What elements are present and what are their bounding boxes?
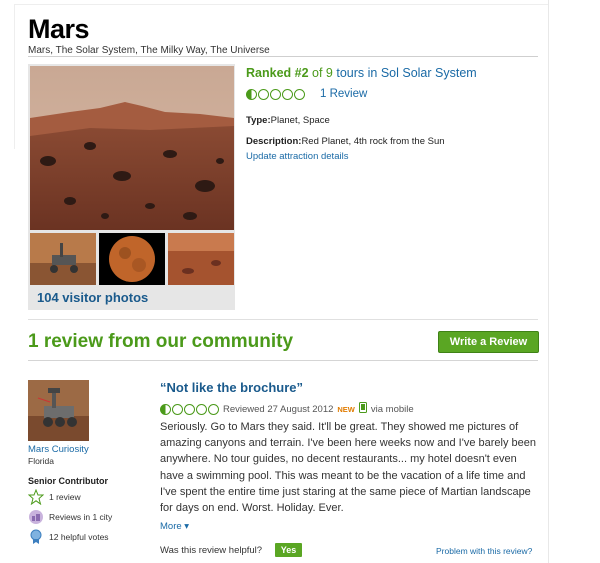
- thumbnail-rover-photo[interactable]: [30, 233, 96, 285]
- thumbnail-terrain-photo[interactable]: [168, 233, 234, 285]
- ranked-of: of 9: [312, 66, 333, 80]
- review-count-link[interactable]: 1 Review: [320, 88, 367, 100]
- ranking-text: Ranked #2 of 9 tours in Sol Solar System: [246, 66, 477, 80]
- attraction-type: Type:Planet, Space: [246, 115, 330, 126]
- reviewer-location: Florida: [28, 456, 54, 466]
- badge-label: Reviews in 1 city: [49, 512, 113, 522]
- attraction-description: Description:Red Planet, 4th rock from th…: [246, 136, 445, 147]
- rating-bubble-icon: [208, 403, 219, 415]
- helpful-prompt: Was this review helpful?: [160, 545, 263, 556]
- write-review-button[interactable]: Write a Review: [438, 331, 539, 353]
- rating-bubble-icon: [294, 89, 305, 100]
- reviewer-name-link[interactable]: Mars Curiosity: [28, 444, 89, 455]
- rating-bubbles: [246, 89, 305, 100]
- description-label: Description:: [246, 136, 302, 147]
- page-title: Mars: [28, 14, 90, 44]
- ranked-label: Ranked #2: [246, 66, 309, 80]
- reviews-section-title: 1 review from our community: [28, 331, 294, 352]
- rating-bubble-icon: [282, 89, 293, 100]
- divider: [28, 360, 538, 361]
- more-link[interactable]: More ▾: [160, 521, 189, 532]
- mobile-icon: [358, 402, 367, 416]
- rating-bubble-icon: [270, 89, 281, 100]
- rating-bubble-icon: [258, 89, 269, 100]
- review-rating-bubbles: [160, 403, 219, 415]
- review-date: Reviewed 27 August 2012: [223, 403, 334, 415]
- frame-border-right: [548, 0, 549, 563]
- divider: [28, 56, 538, 57]
- more-label: More: [160, 521, 182, 532]
- chevron-down-icon: ▾: [184, 521, 190, 532]
- new-badge: NEW: [337, 404, 355, 414]
- description-value: Red Planet, 4th rock from the Sun: [301, 136, 445, 147]
- via-mobile: via mobile: [370, 403, 414, 415]
- helpful-votes-icon: [28, 529, 44, 545]
- frame-border-left: [14, 4, 15, 149]
- badge-label: 1 review: [49, 492, 81, 502]
- report-problem-link[interactable]: Problem with this review?: [436, 546, 532, 556]
- type-value: Planet, Space: [270, 115, 330, 126]
- badge-helpful: 12 helpful votes: [28, 529, 109, 545]
- review-title-link[interactable]: “Not like the brochure”: [160, 380, 303, 395]
- star-outline-icon: [28, 489, 44, 505]
- badge-cities: Reviews in 1 city: [28, 509, 112, 525]
- frame-border-top: [14, 4, 549, 5]
- type-label: Type:: [246, 115, 271, 126]
- helpful-yes-button[interactable]: Yes: [275, 543, 302, 557]
- breadcrumb[interactable]: Mars, The Solar System, The Milky Way, T…: [28, 45, 270, 56]
- rating-bubble-icon: [172, 403, 183, 415]
- thumbnail-planet-photo[interactable]: [99, 233, 165, 285]
- visitor-photos-link[interactable]: 104 visitor photos: [37, 290, 148, 305]
- badge-label: 12 helpful votes: [49, 532, 109, 542]
- rating-bubble-icon: [160, 403, 171, 415]
- badge-reviews: 1 review: [28, 489, 81, 505]
- rating-bubble-icon: [246, 89, 257, 100]
- avatar[interactable]: [28, 380, 89, 441]
- cities-icon: [28, 509, 44, 525]
- rating-bubble-icon: [184, 403, 195, 415]
- update-details-link[interactable]: Update attraction details: [246, 151, 348, 162]
- rating-bubble-icon: [196, 403, 207, 415]
- review-meta: Reviewed 27 August 2012 NEW via mobile: [160, 402, 414, 416]
- ranking-category-link[interactable]: tours in Sol Solar System: [336, 66, 476, 80]
- divider: [28, 319, 538, 320]
- contributor-level: Senior Contributor: [28, 476, 108, 486]
- main-photo[interactable]: [30, 66, 234, 230]
- review-body: Seriously. Go to Mars they said. It'll b…: [160, 421, 536, 515]
